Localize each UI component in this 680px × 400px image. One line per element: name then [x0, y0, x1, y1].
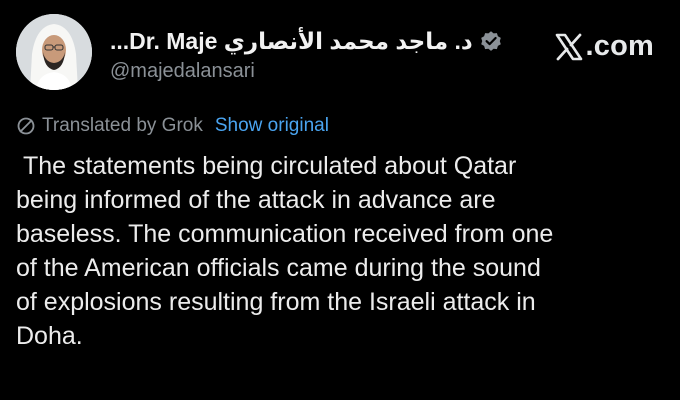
author-display-name[interactable]: د. ماجد محمد الأنصاري Dr. Maje...	[110, 28, 473, 55]
tweet-body: The statements being circulated about Qa…	[16, 152, 554, 350]
site-watermark: .com	[554, 30, 655, 63]
author-name-row: د. ماجد محمد الأنصاري Dr. Maje...	[110, 24, 503, 58]
translated-by-label: Translated by Grok	[42, 115, 203, 136]
verified-badge-icon	[479, 29, 503, 53]
site-domain: .com	[585, 30, 654, 62]
avatar[interactable]	[16, 14, 92, 90]
show-original-link[interactable]: Show original	[215, 115, 329, 137]
x-logo-icon	[554, 32, 584, 62]
tweet-header: د. ماجد محمد الأنصاري Dr. Maje... @majed…	[14, 12, 666, 92]
translate-off-icon	[16, 116, 36, 136]
profile-photo	[16, 14, 92, 90]
translation-bar: Translated by Grok Show original	[16, 114, 329, 138]
author-handle[interactable]: @majedalansari	[110, 60, 255, 83]
